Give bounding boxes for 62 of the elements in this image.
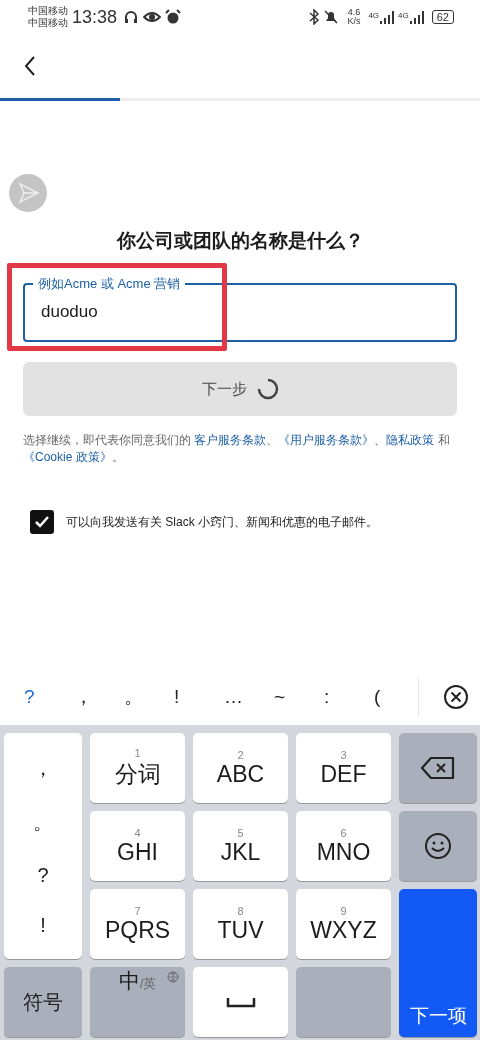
keyboard-key[interactable]: 6 MNO (296, 811, 391, 881)
terms-link[interactable]: 《Cookie 政策》 (23, 450, 112, 464)
network-type: 4G (398, 10, 409, 20)
signal-icon (380, 10, 395, 24)
backspace-icon (420, 756, 456, 780)
suggestion-item[interactable]: ? (24, 685, 74, 708)
check-icon (34, 515, 50, 529)
signal-icon (409, 10, 424, 24)
suggestion-item[interactable]: ! (174, 685, 224, 708)
send-logo-icon (9, 174, 47, 212)
carrier-name: 中国移动 (28, 5, 68, 17)
terms-link[interactable]: 《用户服务条款》 (278, 433, 375, 447)
headphones-icon (123, 9, 140, 25)
carrier-name: 中国移动 (28, 17, 68, 29)
space-icon (225, 996, 256, 1008)
language-key[interactable]: 中/英 (90, 967, 185, 1037)
punctuation-key[interactable]: ， (33, 754, 53, 782)
field-value: duoduo (41, 301, 99, 322)
name-input-field[interactable]: 例如Acme 或 Acme 营销 duoduo (23, 276, 457, 342)
terms-link[interactable]: 隐私政策 (386, 433, 435, 447)
symbols-key[interactable]: 符号 (4, 967, 82, 1037)
next-button[interactable]: 下一步 (23, 362, 457, 416)
suggestion-item[interactable]: 。 (124, 683, 174, 710)
close-icon (443, 683, 469, 710)
backspace-key[interactable] (399, 733, 477, 803)
network-type: 4G (368, 10, 380, 20)
suggestion-item[interactable]: : (324, 685, 374, 708)
checkbox-label: 可以向我发送有关 Slack 小窍门、新闻和优惠的电子邮件。 (66, 513, 378, 531)
keyboard-key[interactable]: 2 ABC (193, 733, 288, 803)
muted-bell-icon (323, 9, 340, 25)
smiley-icon (424, 832, 452, 860)
alarm-clock-icon (165, 9, 182, 25)
email-checkbox[interactable] (30, 510, 54, 534)
emoji-key[interactable] (399, 811, 477, 881)
keyboard-key[interactable]: 1 分词 (90, 733, 185, 803)
keyboard-key[interactable]: 9 WXYZ (296, 889, 391, 959)
punctuation-key[interactable]: 。 (33, 809, 53, 837)
suggestion-item[interactable]: ( (374, 685, 424, 708)
keyboard-key[interactable]: 8 TUV (193, 889, 288, 959)
battery-level: 62 (431, 10, 454, 24)
next-field-key[interactable]: 下一项 (399, 889, 477, 1037)
back-icon (24, 56, 36, 76)
network-speed: K/s (347, 17, 361, 26)
clock-time: 13:38 (72, 6, 118, 28)
field-label: 例如Acme 或 Acme 营销 (37, 276, 182, 292)
suggestion-item[interactable]: ~ (274, 685, 324, 708)
terms-text: 选择继续，即代表你同意我们的 客户服务条款、《用户服务条款》、隐私政策 和 《Cookie 政策》。 (23, 432, 451, 466)
suggestion-item[interactable]: ， (74, 683, 124, 710)
keyboard-key[interactable]: 5 JKL (193, 811, 288, 881)
punctuation-key[interactable]: ! (40, 914, 46, 938)
keyboard-key[interactable]: 3 DEF (296, 733, 391, 803)
close-button[interactable] (443, 683, 469, 710)
globe-icon (167, 971, 179, 983)
bluetooth-icon (309, 9, 320, 25)
keyboard-key[interactable]: 4 GHI (90, 811, 185, 881)
punctuation-key[interactable]: ? (37, 863, 49, 887)
keyboard-key[interactable]: 7 PQRS (90, 889, 185, 959)
network-speed: 4.6 (347, 8, 361, 17)
suggestion-item[interactable]: … (224, 685, 274, 708)
terms-link[interactable]: 客户服务条款 (194, 433, 267, 447)
page-title: 你公司或团队的名称是什么？ (115, 229, 365, 253)
eye-icon (143, 10, 162, 24)
